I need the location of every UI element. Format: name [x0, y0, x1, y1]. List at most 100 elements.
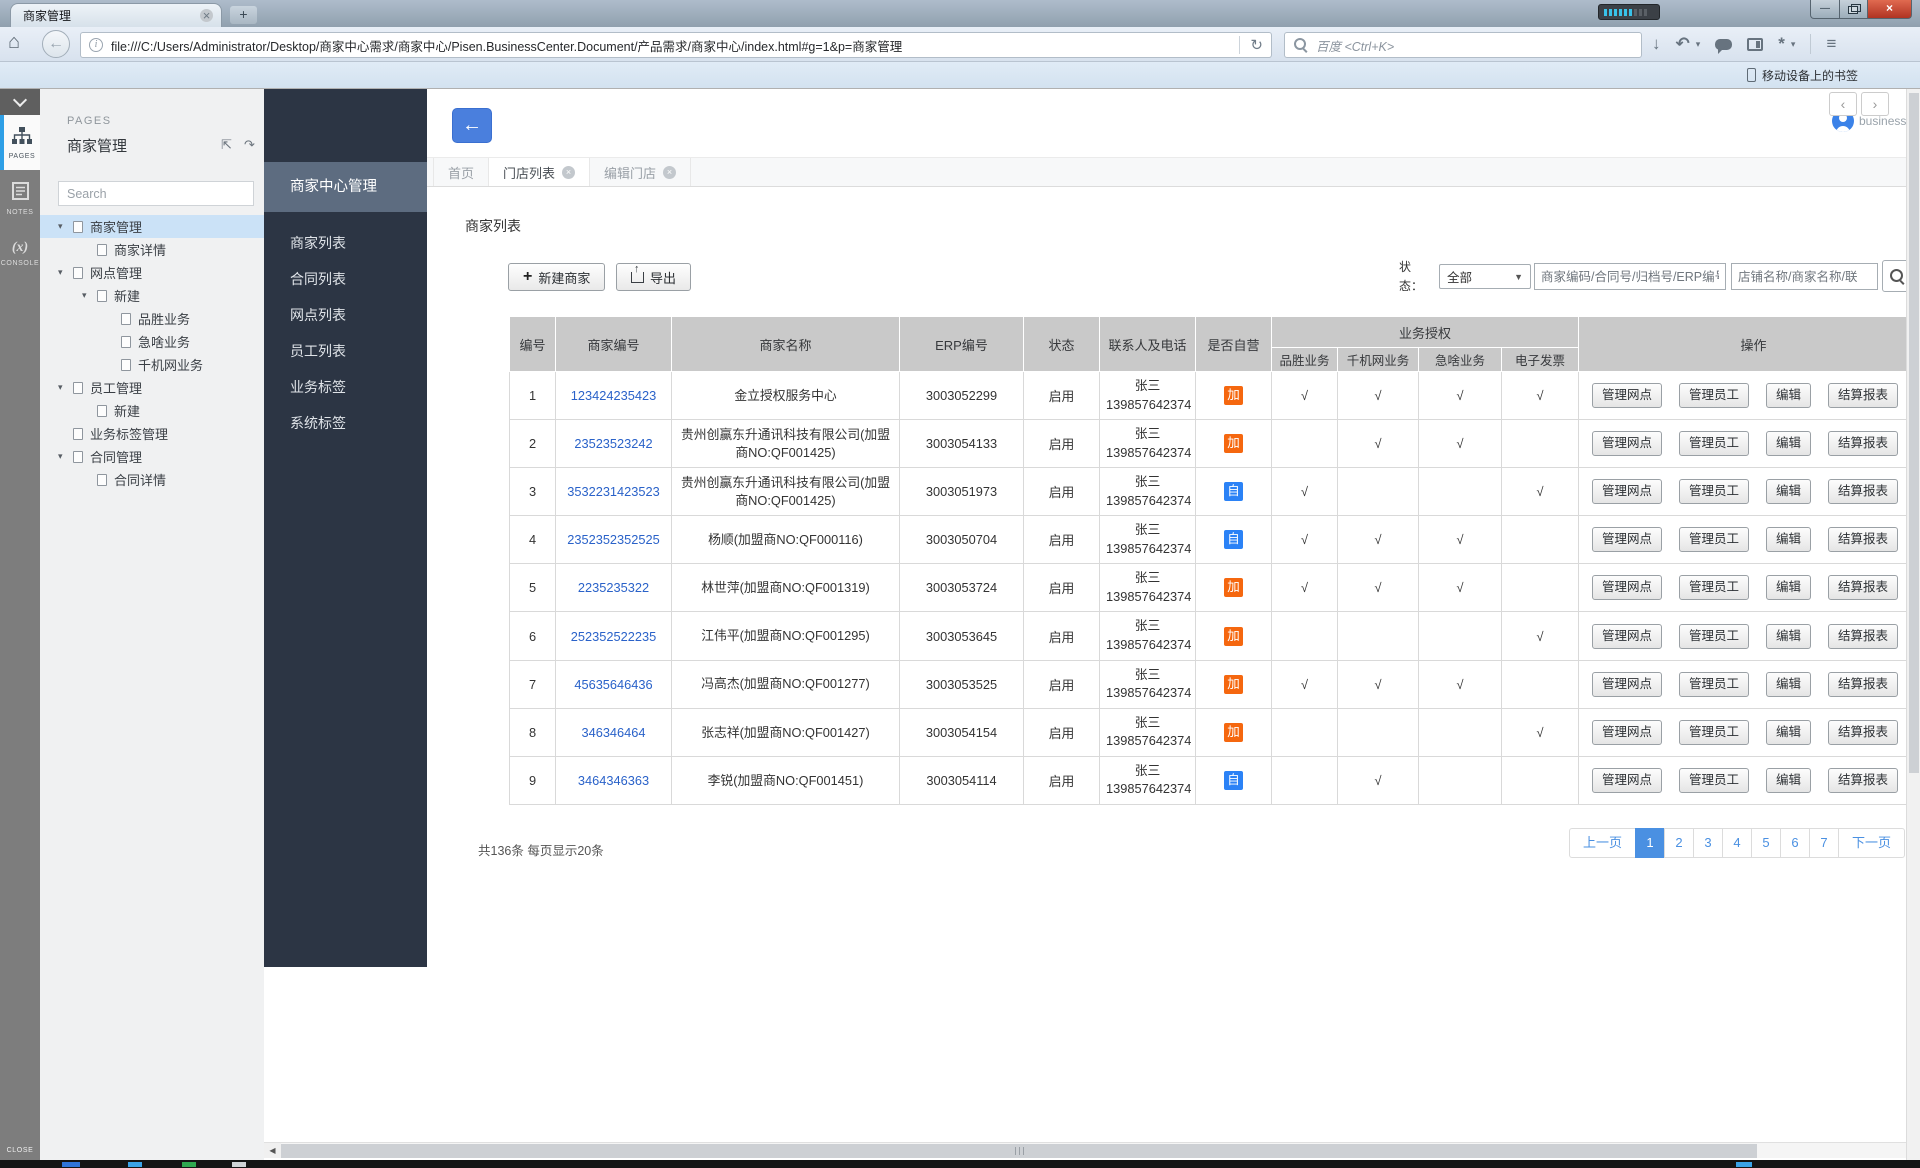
- content-tab[interactable]: 首页: [433, 158, 489, 186]
- browser-tab[interactable]: 商家管理 ×: [10, 3, 222, 27]
- taskbar-icon[interactable]: [128, 1162, 142, 1167]
- export-page-icon[interactable]: ⇱: [221, 137, 232, 153]
- action-button-管理网点[interactable]: 管理网点: [1592, 768, 1662, 793]
- page-number-button[interactable]: 6: [1780, 828, 1810, 858]
- tree-item[interactable]: ▾合同管理: [40, 445, 264, 468]
- action-button-管理网点[interactable]: 管理网点: [1592, 720, 1662, 745]
- action-button-编辑[interactable]: 编辑: [1766, 527, 1811, 552]
- restore-button[interactable]: [1840, 0, 1868, 19]
- menu-icon[interactable]: ≡: [1826, 34, 1836, 54]
- tab-scroll-left-button[interactable]: ‹: [1829, 92, 1857, 116]
- taskbar-icon[interactable]: [232, 1162, 246, 1167]
- history-dropdown-icon[interactable]: ▾: [1696, 39, 1701, 50]
- site-info-icon[interactable]: i: [89, 38, 103, 52]
- rail-item-pages[interactable]: PAGES: [0, 115, 40, 170]
- action-button-结算报表[interactable]: 结算报表: [1828, 624, 1898, 649]
- action-button-编辑[interactable]: 编辑: [1766, 479, 1811, 504]
- action-button-管理网点[interactable]: 管理网点: [1592, 672, 1662, 697]
- action-button-结算报表[interactable]: 结算报表: [1828, 768, 1898, 793]
- taskbar-icon[interactable]: [62, 1162, 80, 1167]
- reload-icon[interactable]: ↻: [1250, 36, 1263, 54]
- mobile-bookmarks-link[interactable]: 移动设备上的书签: [1762, 67, 1858, 84]
- tree-item[interactable]: 品胜业务: [40, 307, 264, 330]
- action-button-编辑[interactable]: 编辑: [1766, 672, 1811, 697]
- horizontal-scrollbar-thumb[interactable]: [281, 1144, 1757, 1158]
- action-button-管理员工[interactable]: 管理员工: [1679, 720, 1749, 745]
- page-number-button[interactable]: 2: [1664, 828, 1694, 858]
- action-button-管理网点[interactable]: 管理网点: [1592, 575, 1662, 600]
- page-number-button[interactable]: 7: [1809, 828, 1839, 858]
- action-button-结算报表[interactable]: 结算报表: [1828, 575, 1898, 600]
- action-button-管理员工[interactable]: 管理员工: [1679, 624, 1749, 649]
- close-tab-icon[interactable]: ×: [663, 166, 676, 179]
- new-tab-button[interactable]: +: [230, 6, 257, 24]
- home-icon[interactable]: ⌂: [8, 31, 20, 54]
- tree-item[interactable]: ▾员工管理: [40, 376, 264, 399]
- close-panel-button[interactable]: CLOSE: [0, 1147, 40, 1154]
- page-number-button[interactable]: 4: [1722, 828, 1752, 858]
- new-merchant-button[interactable]: + 新建商家: [508, 263, 605, 291]
- tree-item[interactable]: 合同详情: [40, 468, 264, 491]
- plugin-dropdown-icon[interactable]: ▾: [1791, 39, 1796, 50]
- side-menu-item[interactable]: 合同列表: [264, 261, 427, 297]
- back-button[interactable]: ←: [452, 108, 492, 143]
- merchant-code-link[interactable]: 252352522235: [571, 629, 656, 644]
- export-button[interactable]: 导出: [616, 263, 691, 291]
- action-button-编辑[interactable]: 编辑: [1766, 431, 1811, 456]
- action-button-管理员工[interactable]: 管理员工: [1679, 672, 1749, 697]
- action-button-编辑[interactable]: 编辑: [1766, 768, 1811, 793]
- tree-item[interactable]: 新建: [40, 399, 264, 422]
- url-bar[interactable]: i file:///C:/Users/Administrator/Desktop…: [80, 32, 1272, 58]
- taskbar-icon[interactable]: [182, 1162, 196, 1167]
- tree-item[interactable]: 急啥业务: [40, 330, 264, 353]
- prev-page-button[interactable]: 上一页: [1569, 828, 1636, 858]
- action-button-结算报表[interactable]: 结算报表: [1828, 527, 1898, 552]
- close-tab-icon[interactable]: ×: [562, 166, 575, 179]
- downloads-icon[interactable]: ↓: [1652, 34, 1661, 54]
- browser-search-bar[interactable]: 百度 <Ctrl+K>: [1284, 32, 1642, 58]
- merchant-code-link[interactable]: 2235235322: [578, 580, 649, 595]
- name-filter-input[interactable]: [1731, 263, 1878, 290]
- action-button-编辑[interactable]: 编辑: [1766, 720, 1811, 745]
- pages-search-input[interactable]: [58, 181, 254, 206]
- tree-item[interactable]: 业务标签管理: [40, 422, 264, 445]
- merchant-code-link[interactable]: 3464346363: [578, 773, 649, 788]
- tab-close-icon[interactable]: ×: [200, 9, 213, 22]
- tab-scroll-right-button[interactable]: ›: [1861, 92, 1889, 116]
- tree-item[interactable]: ▾新建: [40, 284, 264, 307]
- merchant-code-link[interactable]: 346346464: [581, 725, 645, 740]
- tree-item[interactable]: 千机网业务: [40, 353, 264, 376]
- side-menu-item[interactable]: 系统标签: [264, 405, 427, 441]
- minimize-button[interactable]: —: [1810, 0, 1840, 19]
- collapse-panel-button[interactable]: [0, 89, 40, 115]
- tab-groups-icon[interactable]: [1747, 38, 1763, 51]
- action-button-结算报表[interactable]: 结算报表: [1828, 383, 1898, 408]
- browser-back-button[interactable]: ←: [42, 30, 70, 58]
- merchant-code-link[interactable]: 45635646436: [574, 677, 652, 692]
- content-tab[interactable]: 编辑门店×: [590, 158, 691, 186]
- action-button-编辑[interactable]: 编辑: [1766, 575, 1811, 600]
- action-button-管理网点[interactable]: 管理网点: [1592, 383, 1662, 408]
- status-select[interactable]: 全部 ▼: [1439, 264, 1531, 289]
- page-number-button[interactable]: 5: [1751, 828, 1781, 858]
- taskbar-icon[interactable]: [1736, 1162, 1752, 1167]
- close-window-button[interactable]: ×: [1868, 0, 1912, 19]
- tree-item[interactable]: ▾网点管理: [40, 261, 264, 284]
- tree-item[interactable]: 商家详情: [40, 238, 264, 261]
- vertical-scrollbar[interactable]: [1906, 89, 1920, 1160]
- merchant-code-link[interactable]: 2352352352525: [567, 532, 660, 547]
- action-button-管理员工[interactable]: 管理员工: [1679, 431, 1749, 456]
- plugin-icon[interactable]: *: [1778, 34, 1785, 54]
- merchant-code-link[interactable]: 23523523242: [574, 436, 652, 451]
- next-page-button[interactable]: 下一页: [1838, 828, 1905, 858]
- action-button-结算报表[interactable]: 结算报表: [1828, 479, 1898, 504]
- tree-expand-arrow-icon[interactable]: ▾: [82, 290, 94, 301]
- merchant-code-link[interactable]: 123424235423: [571, 388, 656, 403]
- page-number-button[interactable]: 1: [1635, 828, 1665, 858]
- tree-item[interactable]: ▾商家管理: [40, 215, 264, 238]
- action-button-管理员工[interactable]: 管理员工: [1679, 527, 1749, 552]
- side-menu-item[interactable]: 商家列表: [264, 225, 427, 261]
- side-menu-item[interactable]: 员工列表: [264, 333, 427, 369]
- keyword-filter-input[interactable]: [1534, 263, 1726, 290]
- side-menu-item[interactable]: 业务标签: [264, 369, 427, 405]
